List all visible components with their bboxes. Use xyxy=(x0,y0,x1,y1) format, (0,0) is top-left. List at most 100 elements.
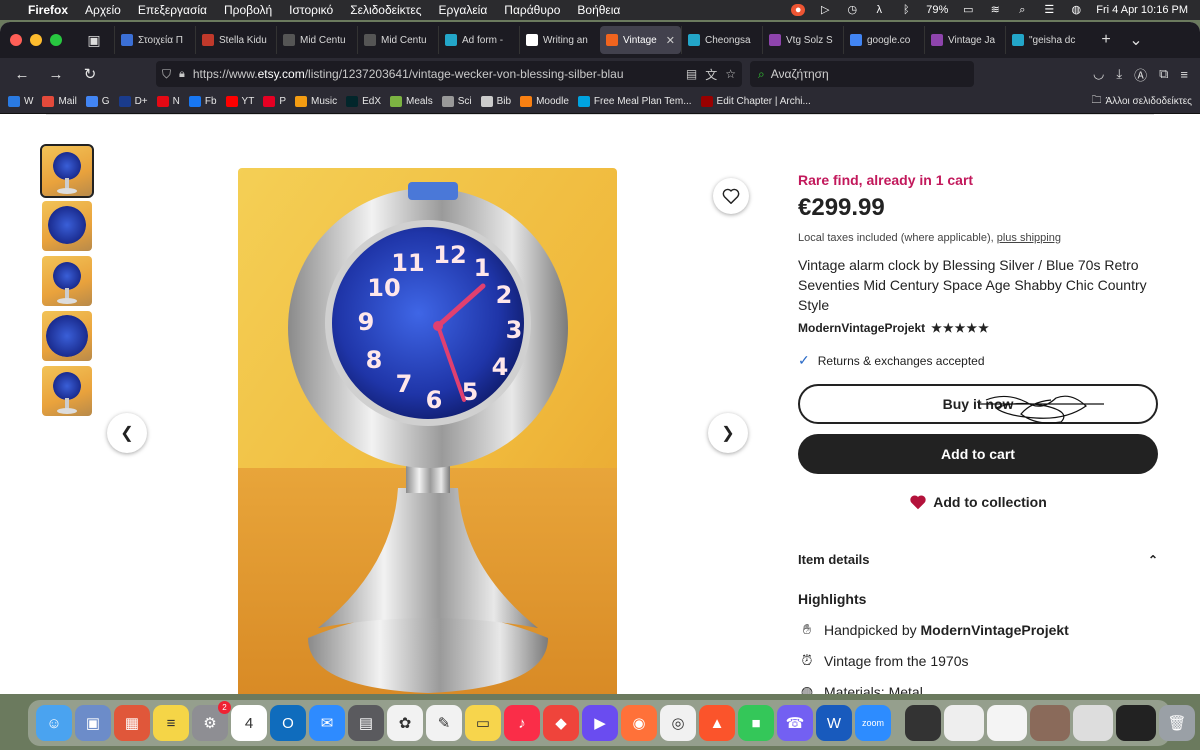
bluetooth-icon[interactable]: ᛒ xyxy=(899,4,913,16)
search-engine-icon[interactable]: ⌕ xyxy=(758,67,765,82)
back-arrow-icon[interactable]: ← xyxy=(8,66,36,83)
zoom-window-button[interactable] xyxy=(50,34,62,46)
extensions-icon[interactable]: ⧉ xyxy=(1159,66,1168,82)
account-icon[interactable]: Ⓐ xyxy=(1134,65,1147,84)
favorite-button[interactable] xyxy=(713,178,749,214)
music-icon[interactable]: ♪ xyxy=(504,705,540,741)
notes-icon[interactable]: ▭ xyxy=(465,705,501,741)
siri-icon[interactable]: ◍ xyxy=(1069,4,1083,16)
tab-9[interactable]: Vtg Solz S xyxy=(762,26,843,54)
reload-icon[interactable]: ↻ xyxy=(76,65,104,83)
menu-view[interactable]: Προβολή xyxy=(224,3,272,17)
tab-8[interactable]: Cheongsa xyxy=(681,26,762,54)
item-details-toggle[interactable]: Item details ⌃ xyxy=(798,552,1158,567)
play-icon[interactable]: ▷ xyxy=(818,4,832,16)
spotlight-icon[interactable]: ⌕ xyxy=(1015,4,1029,16)
pocket-icon[interactable]: ◡ xyxy=(1093,66,1104,82)
shop-name-link[interactable]: ModernVintageProjekt xyxy=(798,321,925,335)
bookmark-item[interactable]: N xyxy=(156,96,180,107)
thumbnail-3[interactable] xyxy=(42,256,92,306)
bookmark-item[interactable]: D+ xyxy=(118,96,148,107)
bookmark-item[interactable]: G xyxy=(85,96,110,107)
tab-5[interactable]: Ad form - xyxy=(438,26,519,54)
menu-file[interactable]: Αρχείο xyxy=(85,3,121,17)
wifi-icon[interactable]: ≋ xyxy=(988,4,1002,16)
downloads-icon[interactable]: ⤓ xyxy=(1116,66,1122,82)
menu-firefox[interactable]: Firefox xyxy=(28,3,68,17)
calculator-icon[interactable]: ▤ xyxy=(348,705,384,741)
notification-icon[interactable]: ● xyxy=(791,4,806,16)
anydesk-icon[interactable]: ◆ xyxy=(543,705,579,741)
menu-help[interactable]: Βοήθεια xyxy=(577,3,620,17)
buy-it-now-button[interactable]: Buy it now xyxy=(798,384,1158,424)
recent-window-thumbnail-6[interactable] xyxy=(1116,705,1156,741)
trash-icon[interactable]: 🗑︎ xyxy=(1159,705,1195,741)
viber-icon[interactable]: ☎ xyxy=(777,705,813,741)
address-bar[interactable]: ⛉ 🔒︎ https://www.etsy.com/listing/123720… xyxy=(156,61,742,87)
tab-4[interactable]: Mid Centu xyxy=(357,26,438,54)
other-bookmarks[interactable]: 🗀 Άλλοι σελιδοδείκτες xyxy=(1091,93,1192,110)
menu-window[interactable]: Παράθυρο xyxy=(504,3,560,17)
reader-view-icon[interactable]: ▤ xyxy=(686,67,697,81)
thumbnail-5[interactable] xyxy=(42,366,92,416)
thumbnail-1[interactable] xyxy=(40,144,94,198)
recent-window-thumbnail-4[interactable] xyxy=(1030,705,1070,741)
tab-7[interactable]: Vintage ✕ xyxy=(600,26,681,54)
recent-window-thumbnail-5[interactable] xyxy=(1073,705,1113,741)
add-to-collection-button[interactable]: Add to collection xyxy=(798,494,1158,510)
next-image-button[interactable]: ❯ xyxy=(708,413,748,453)
recent-window-thumbnail-2[interactable] xyxy=(944,705,984,741)
bookmark-item[interactable]: Fb xyxy=(188,96,217,107)
bookmark-star-icon[interactable]: ☆ xyxy=(725,67,736,81)
translate-icon[interactable]: 文 xyxy=(705,66,717,83)
tab-10[interactable]: google.co xyxy=(843,26,924,54)
outlook-icon[interactable]: O xyxy=(270,705,306,741)
bookmark-item[interactable]: EdX xyxy=(346,96,381,107)
search-bar[interactable]: ⌕ Αναζήτηση xyxy=(750,61,974,87)
thumbnail-2[interactable] xyxy=(42,201,92,251)
launchpad-icon[interactable]: ▦ xyxy=(114,705,150,741)
clock[interactable]: Fri 4 Apr 10:16 PM xyxy=(1096,4,1188,16)
system-settings-icon[interactable]: ⚙ 2 xyxy=(192,701,231,741)
zoom-icon[interactable]: zoom xyxy=(855,705,891,741)
list-all-tabs-icon[interactable]: ⌄ xyxy=(1126,30,1146,50)
tab-12[interactable]: "geisha dc xyxy=(1005,26,1086,54)
handpicked-shop-link[interactable]: ModernVintageProjekt xyxy=(921,622,1069,638)
brave-icon[interactable]: ▲ xyxy=(699,705,735,741)
firefox-icon[interactable]: ◉ xyxy=(621,705,657,741)
bookmark-item[interactable]: Edit Chapter | Archi... xyxy=(700,96,811,107)
close-window-button[interactable] xyxy=(10,34,22,46)
menu-history[interactable]: Ιστορικό xyxy=(289,3,333,17)
facetime-icon[interactable]: ■ xyxy=(738,705,774,741)
recent-window-thumbnail-1[interactable] xyxy=(905,705,941,741)
forward-arrow-icon[interactable]: → xyxy=(42,66,70,83)
close-tab-icon[interactable]: ✕ xyxy=(666,34,675,47)
input-source-icon[interactable]: λ xyxy=(872,4,886,16)
main-product-image[interactable]: 12 1 2 345 678 9 10 11 xyxy=(238,168,617,694)
add-to-cart-button[interactable]: Add to cart xyxy=(798,434,1158,474)
chrome-icon[interactable]: ◎ xyxy=(660,705,696,741)
shipping-link[interactable]: plus shipping xyxy=(997,232,1061,244)
previous-image-button[interactable]: ❮ xyxy=(107,413,147,453)
tab-1[interactable]: Στοιχεία Π xyxy=(114,26,195,54)
bookmark-item[interactable]: Music xyxy=(295,96,337,107)
thumbnail-4[interactable] xyxy=(42,311,92,361)
new-tab-icon[interactable]: + xyxy=(1096,31,1116,49)
star-rating[interactable]: ★★★★★ xyxy=(931,321,990,335)
bookmark-item[interactable]: Bib xyxy=(480,96,511,107)
bookmark-item[interactable]: Free Meal Plan Tem... xyxy=(577,96,692,107)
finder-icon[interactable]: ☺ xyxy=(36,705,72,741)
calendar-icon[interactable]: 4 xyxy=(231,705,267,741)
menu-bookmarks[interactable]: Σελιδοδείκτες xyxy=(350,3,421,17)
photos-icon[interactable]: ✿ xyxy=(387,705,423,741)
menu-edit[interactable]: Επεξεργασία xyxy=(138,3,207,17)
menu-tools[interactable]: Εργαλεία xyxy=(439,3,488,17)
freeform-icon[interactable]: ✎ xyxy=(426,705,462,741)
bookmark-item[interactable]: YT xyxy=(225,96,254,107)
tab-3[interactable]: Mid Centu xyxy=(276,26,357,54)
minimize-window-button[interactable] xyxy=(30,34,42,46)
lock-icon[interactable]: 🔒︎ xyxy=(179,68,185,81)
messenger-icon[interactable]: ✉ xyxy=(309,705,345,741)
time-machine-icon[interactable]: ◷ xyxy=(845,4,859,16)
preview-icon[interactable]: ▣ xyxy=(75,705,111,741)
